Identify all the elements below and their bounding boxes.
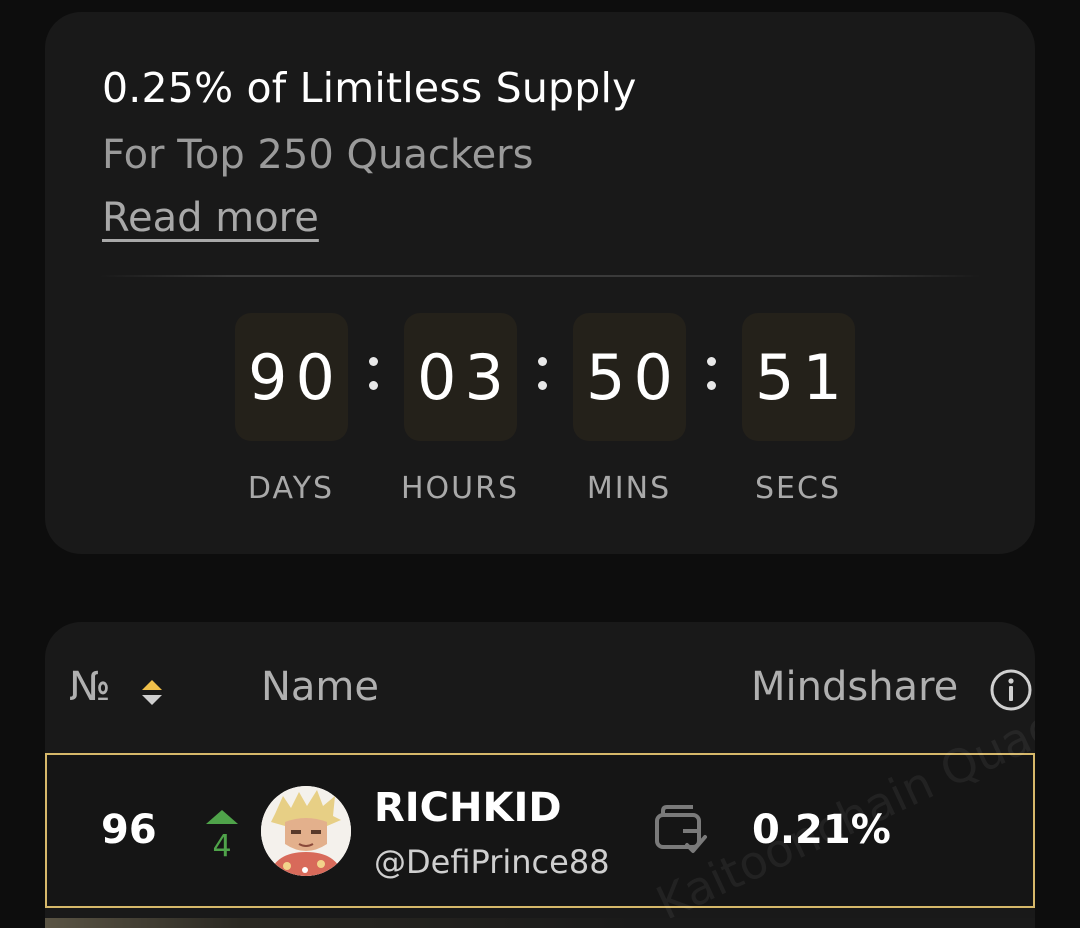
- info-icon[interactable]: [989, 668, 1033, 712]
- avatar[interactable]: [261, 786, 351, 876]
- days-value: 90: [235, 313, 348, 441]
- mins-value: 50: [573, 313, 686, 441]
- colon-separator: [363, 353, 383, 393]
- colon-separator: [532, 353, 552, 393]
- wallet-check-icon: [655, 805, 707, 853]
- mindshare-value: 0.21%: [752, 807, 891, 853]
- triangle-up-icon: [206, 810, 238, 824]
- days-label: DAYS: [247, 471, 335, 506]
- campaign-card: 0.25% of Limitless Supply For Top 250 Qu…: [45, 12, 1035, 554]
- mins-label: MINS: [586, 471, 672, 506]
- table-row[interactable]: [45, 918, 1035, 928]
- leaderboard-table: № Name Mindshare Kaitoonchain Quacks 96 …: [45, 622, 1035, 928]
- secs-label: SECS: [755, 471, 841, 506]
- username: @DefiPrince88: [374, 843, 610, 881]
- hours-value: 03: [404, 313, 517, 441]
- row-rank: 96: [101, 807, 157, 853]
- read-more-link[interactable]: Read more: [102, 195, 319, 241]
- sort-icon[interactable]: [141, 678, 163, 708]
- countdown-timer: 90 03 50 51 DAYS HOURS MINS SECS: [235, 313, 875, 523]
- hours-label: HOURS: [400, 471, 520, 506]
- display-name: RICHKID: [374, 785, 562, 831]
- page: 0.25% of Limitless Supply For Top 250 Qu…: [0, 0, 1080, 928]
- divider: [100, 275, 980, 277]
- campaign-title: 0.25% of Limitless Supply: [102, 64, 637, 112]
- name-column-header: Name: [261, 664, 380, 710]
- rank-column-header: №: [69, 664, 111, 710]
- secs-value: 51: [742, 313, 855, 441]
- campaign-subtitle: For Top 250 Quackers: [102, 132, 534, 178]
- mindshare-column-header: Mindshare: [751, 664, 959, 710]
- table-row[interactable]: Kaitoonchain Quacks 96 4 RICHKID @DefiPr…: [45, 678, 1035, 928]
- colon-separator: [701, 353, 721, 393]
- rank-change: 4: [212, 829, 232, 864]
